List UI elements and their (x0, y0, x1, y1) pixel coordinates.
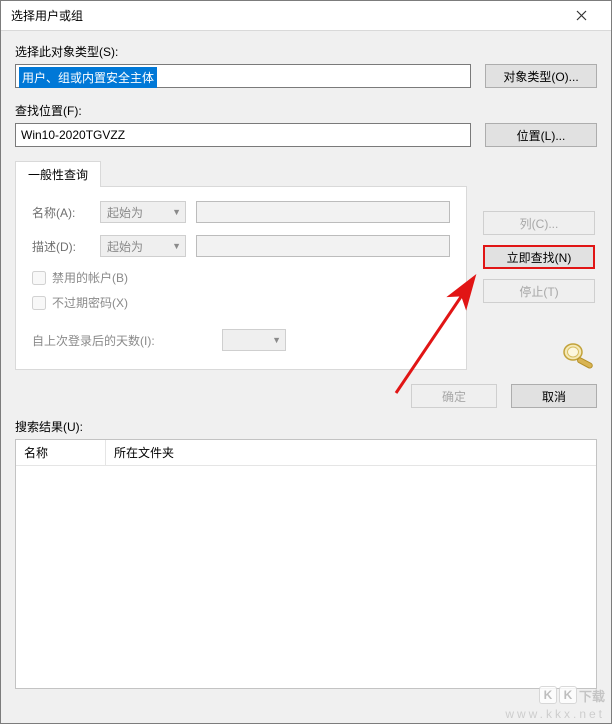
stop-button: 停止(T) (483, 279, 595, 303)
location-row: Win10-2020TGVZZ 位置(L)... (15, 123, 597, 147)
object-types-button[interactable]: 对象类型(O)... (485, 64, 597, 88)
dialog-title: 选择用户或组 (11, 7, 559, 24)
results-header: 名称 所在文件夹 (16, 440, 596, 466)
general-query-panel: 名称(A): 起始为 ▼ 描述(D): 起始为 ▼ (15, 186, 467, 370)
k-icon: K (559, 686, 577, 704)
watermark-brand-text: 下载 (579, 686, 605, 705)
ok-button: 确定 (411, 384, 497, 408)
no-expire-checkbox (32, 296, 46, 310)
results-col-name[interactable]: 名称 (16, 440, 106, 465)
close-button[interactable] (559, 2, 603, 30)
desc-text-input (196, 235, 450, 257)
results-col-folder[interactable]: 所在文件夹 (106, 440, 596, 465)
desc-label: 描述(D): (32, 238, 100, 255)
desc-combo-value: 起始为 (107, 238, 143, 255)
cancel-button[interactable]: 取消 (511, 384, 597, 408)
object-type-value: 用户、组或内置安全主体 (19, 67, 157, 88)
locations-button[interactable]: 位置(L)... (485, 123, 597, 147)
search-icon (555, 340, 595, 370)
disabled-accounts-row: 禁用的帐户(B) (32, 269, 450, 286)
chevron-down-icon: ▼ (172, 207, 181, 217)
location-input[interactable]: Win10-2020TGVZZ (15, 123, 471, 147)
name-text-input (196, 201, 450, 223)
no-expire-label: 不过期密码(X) (52, 294, 128, 311)
name-combo: 起始为 ▼ (100, 201, 186, 223)
chevron-down-icon: ▼ (272, 335, 281, 345)
bottom-actions: 确定 取消 (15, 384, 597, 408)
no-expire-row: 不过期密码(X) (32, 294, 450, 311)
results-label: 搜索结果(U): (15, 418, 597, 435)
results-grid: 名称 所在文件夹 (15, 439, 597, 689)
watermark-logo: K K 下载 (539, 684, 605, 706)
panel-and-buttons: 名称(A): 起始为 ▼ 描述(D): 起始为 ▼ (15, 187, 597, 370)
object-type-row: 用户、组或内置安全主体 对象类型(O)... (15, 64, 597, 88)
tabset: 一般性查询 (15, 161, 597, 187)
days-combo: ▼ (222, 329, 286, 351)
desc-row: 描述(D): 起始为 ▼ (32, 235, 450, 257)
name-row: 名称(A): 起始为 ▼ (32, 201, 450, 223)
name-label: 名称(A): (32, 204, 100, 221)
object-type-label: 选择此对象类型(S): (15, 43, 597, 60)
name-combo-value: 起始为 (107, 204, 143, 221)
location-value: Win10-2020TGVZZ (21, 128, 125, 142)
disabled-accounts-label: 禁用的帐户(B) (52, 269, 128, 286)
watermark: K K 下载 www.kkx.net (505, 684, 605, 721)
dialog-window: 选择用户或组 选择此对象类型(S): 用户、组或内置安全主体 对象类型(O)..… (0, 0, 612, 724)
columns-button: 列(C)... (483, 211, 595, 235)
chevron-down-icon: ▼ (172, 241, 181, 251)
titlebar: 选择用户或组 (1, 1, 611, 31)
content-area: 选择此对象类型(S): 用户、组或内置安全主体 对象类型(O)... 查找位置(… (1, 31, 611, 689)
tab-general-query[interactable]: 一般性查询 (15, 161, 101, 187)
find-now-button[interactable]: 立即查找(N) (483, 245, 595, 269)
object-type-input[interactable]: 用户、组或内置安全主体 (15, 64, 471, 88)
days-row: 自上次登录后的天数(I): ▼ (32, 329, 450, 351)
side-button-stack: 列(C)... 立即查找(N) 停止(T) (483, 187, 595, 370)
watermark-url: www.kkx.net (505, 707, 605, 721)
location-label: 查找位置(F): (15, 102, 597, 119)
disabled-accounts-checkbox (32, 271, 46, 285)
close-icon (576, 8, 587, 24)
k-icon: K (539, 686, 557, 704)
desc-combo: 起始为 ▼ (100, 235, 186, 257)
days-label: 自上次登录后的天数(I): (32, 332, 222, 349)
results-body[interactable] (16, 466, 596, 688)
